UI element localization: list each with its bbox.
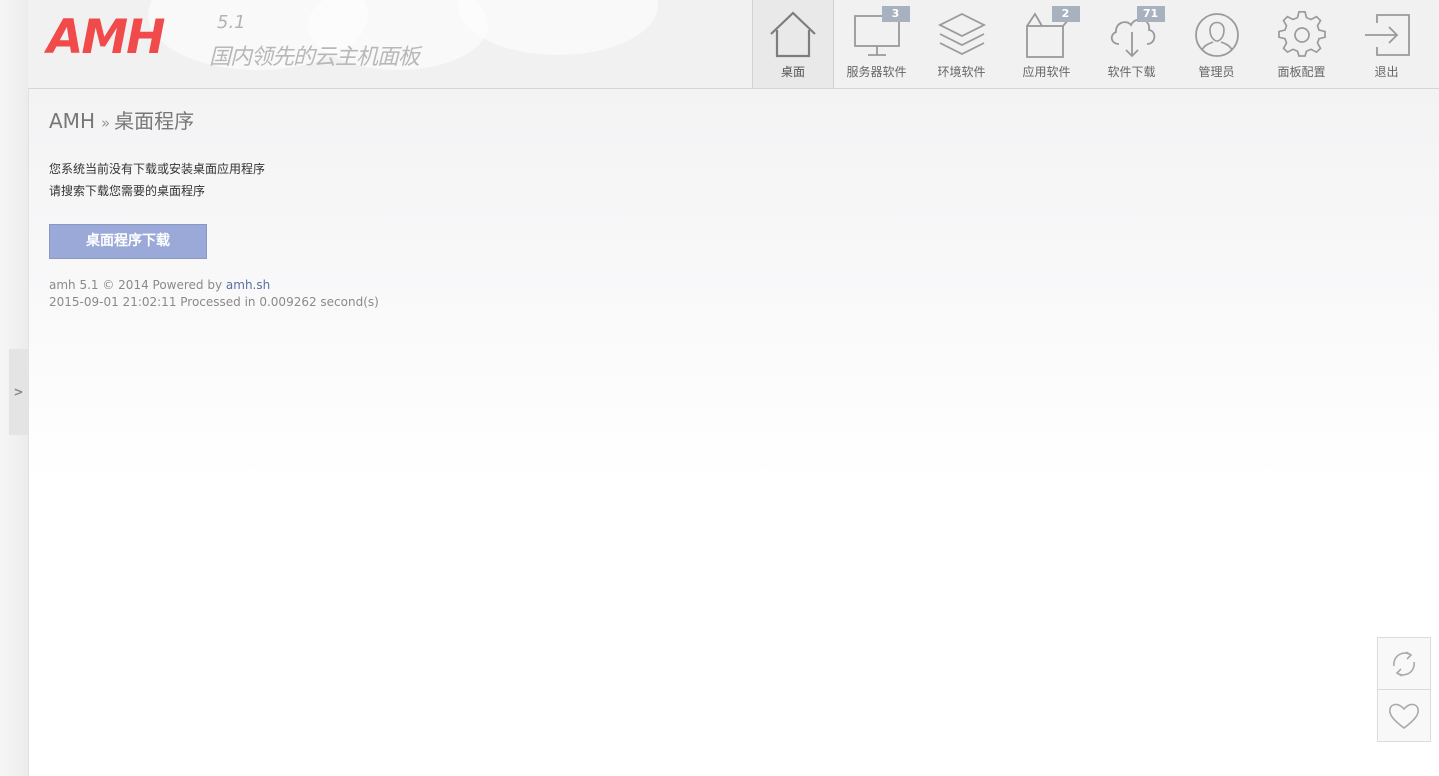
amh-site-link[interactable]: amh.sh [226,278,270,292]
nav-label: 服务器软件 [846,65,907,79]
footer: amh 5.1 © 2014 Powered by amh.sh 2015-09… [49,277,379,311]
version-label: 5.1 [217,12,246,33]
heart-icon [1389,703,1419,729]
breadcrumb-separator: » [100,114,111,132]
home-icon [770,11,816,58]
nav-item-logout[interactable]: 退出 [1344,0,1429,88]
nav-item-admin[interactable]: 管理员 [1174,0,1259,88]
badge-count: 71 [1136,6,1165,22]
user-icon [1194,13,1239,57]
nav-item-software-download[interactable]: 71 软件下载 [1089,0,1174,88]
nav-label: 软件下载 [1107,65,1156,79]
desktop-app-download-button[interactable]: 桌面程序下载 [49,224,207,259]
top-nav: 桌面 3 服务器软件 环境软件 2 应用软件 71 软件下载 管理员 面板配置 … [752,0,1429,88]
nav-label: 面板配置 [1277,65,1326,79]
floating-toolbar [1377,637,1431,742]
footer-processed: 2015-09-01 21:02:11 Processed in 0.00926… [49,295,379,309]
breadcrumb-current: 桌面程序 [114,109,195,133]
nav-item-server-software[interactable]: 3 服务器软件 [834,0,919,88]
sidebar-toggle-button[interactable]: > [9,349,28,435]
empty-message: 您系统当前没有下载或安装桌面应用程序 [49,162,266,176]
breadcrumb: AMH » 桌面程序 [49,106,379,136]
nav-label: 退出 [1374,65,1399,79]
hint-message: 请搜索下载您需要的桌面程序 [49,184,206,198]
header: AMH 5.1 国内领先的云主机面板 桌面 3 服务器软件 环境软件 2 应用软… [28,0,1439,89]
nav-item-environment-software[interactable]: 环境软件 [919,0,1004,88]
refresh-button[interactable] [1378,638,1430,689]
badge-count: 3 [881,6,910,22]
main-content: AMH » 桌面程序 您系统当前没有下载或安装桌面应用程序 请搜索下载您需要的桌面程… [49,106,379,311]
favorite-button[interactable] [1378,689,1430,741]
gear-icon [1277,11,1326,57]
breadcrumb-root-link[interactable]: AMH [49,109,95,133]
badge-count: 2 [1051,6,1080,22]
footer-prefix: amh 5.1 © 2014 Powered by [49,278,226,292]
cloud-decoration [458,0,658,55]
nav-item-panel-settings[interactable]: 面板配置 [1259,0,1344,88]
exit-icon [1364,14,1410,56]
footer-powered: amh 5.1 © 2014 Powered by amh.sh [49,277,379,294]
nav-label: 管理员 [1198,65,1235,79]
slogan: 国内领先的云主机面板 [209,45,420,70]
refresh-icon [1393,650,1415,677]
layers-icon [937,12,986,56]
nav-item-desktop[interactable]: 桌面 [752,0,834,88]
nav-label: 桌面 [780,65,805,79]
nav-label: 环境软件 [937,65,986,79]
nav-label: 应用软件 [1022,65,1071,79]
logo[interactable]: AMH [47,10,165,66]
nav-item-app-software[interactable]: 2 应用软件 [1004,0,1089,88]
